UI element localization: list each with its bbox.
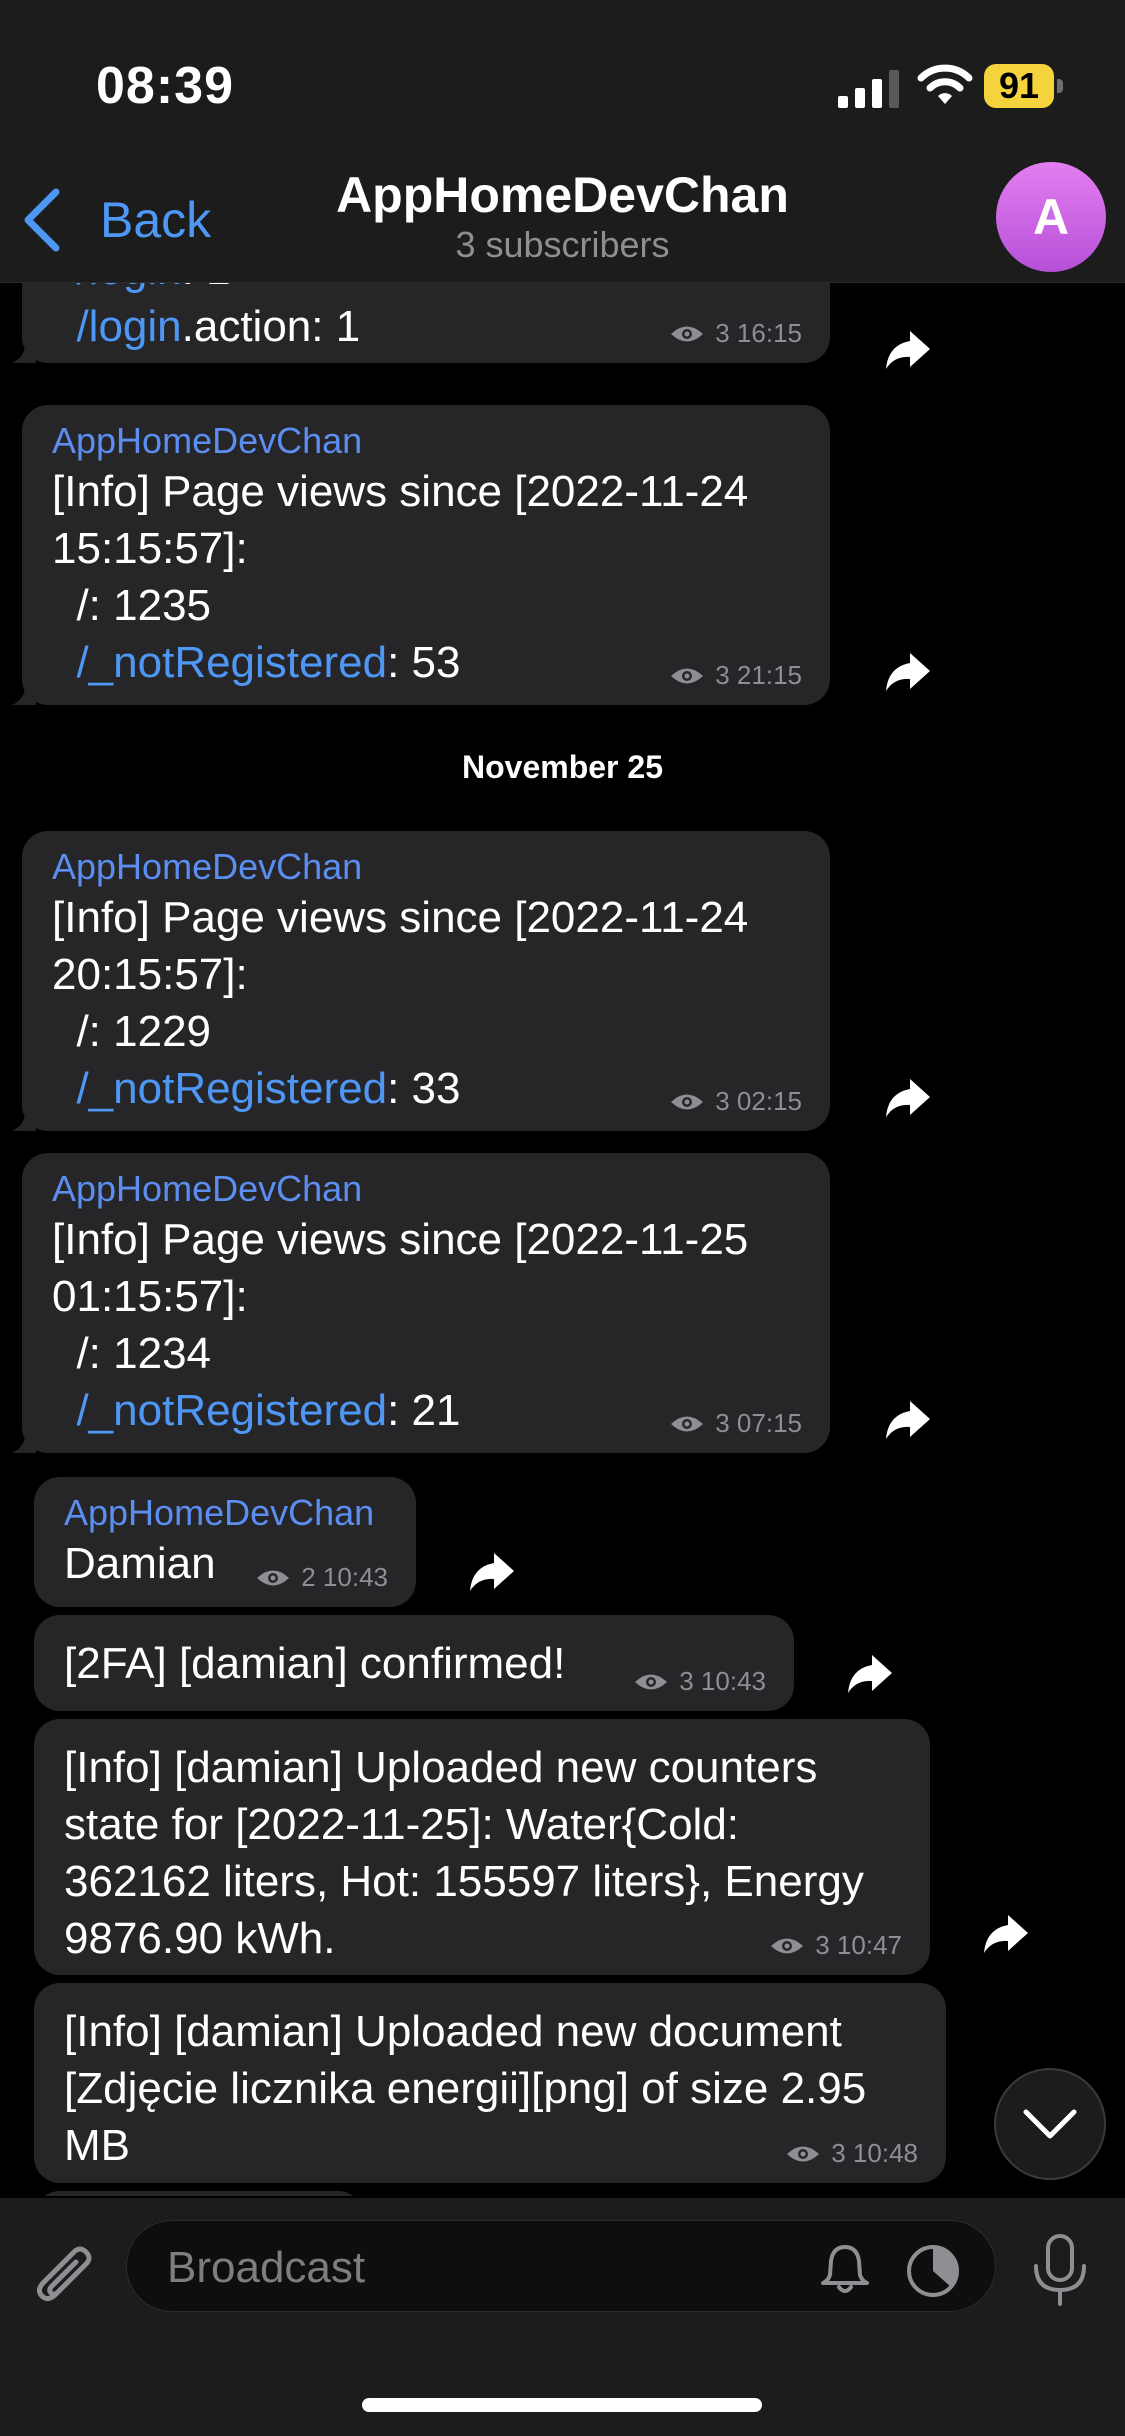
message-meta: 3 21:15: [669, 660, 802, 691]
message-meta: 2 10:43: [255, 1562, 388, 1593]
message-bubble[interactable]: /login: 1 /login.action: 1 3 16:15: [12, 283, 830, 363]
home-indicator[interactable]: [362, 2398, 762, 2412]
message-time: 07:15: [736, 1408, 802, 1438]
message-meta: 3 10:48: [785, 2138, 918, 2169]
microphone-icon[interactable]: [1028, 2232, 1092, 2308]
message-meta: 3 10:47: [769, 1930, 902, 1961]
message-text: : 1: [182, 283, 231, 294]
message-bubble[interactable]: [2FA] [damian] confirmed! 3 10:43: [34, 1615, 794, 1711]
view-count: 3: [831, 2138, 846, 2168]
bubble-tail: [12, 339, 36, 363]
message-time: 21:15: [736, 660, 802, 690]
share-icon[interactable]: [880, 323, 934, 377]
message-link[interactable]: /_notRegistered: [76, 638, 387, 687]
message-time: 10:48: [852, 2138, 918, 2168]
share-icon[interactable]: [842, 1647, 896, 1701]
message-time: 10:43: [700, 1666, 766, 1696]
chat-header: Back AppHomeDevChan 3 subscribers: [0, 160, 1125, 283]
views-eye-icon: [671, 1416, 704, 1431]
message-meta: 3 07:15: [669, 1408, 802, 1439]
view-count: 3: [715, 660, 730, 690]
view-count: 3: [815, 1930, 830, 1960]
message-bubble[interactable]: AppHomeDevChan Damian 2 10:43: [34, 1477, 416, 1607]
message-bubble[interactable]: AppHomeDevChan [Info] Page views since […: [12, 831, 830, 1131]
chevron-down-icon: [1023, 2109, 1077, 2139]
message-link[interactable]: /_notRegistered: [76, 1386, 387, 1435]
cellular-signal-icon: [838, 70, 899, 108]
date-separator: November 25: [462, 749, 663, 785]
input-placeholder: Broadcast: [167, 2243, 366, 2292]
message-time: 16:15: [736, 318, 802, 348]
timer-icon[interactable]: [903, 2241, 963, 2301]
battery-icon: 91: [984, 64, 1064, 108]
view-count: 3: [679, 1666, 694, 1696]
view-count: 3: [715, 318, 730, 348]
message-text: : 53: [387, 638, 461, 687]
message-text: .action: 1: [181, 302, 361, 351]
message-time: 10:43: [322, 1562, 388, 1592]
message-list[interactable]: /login: 1 /login.action: 1 3 16:15 AppHo…: [0, 283, 1125, 2196]
battery-level: 91: [984, 64, 1054, 108]
message-link[interactable]: /_notRegistered: [76, 1064, 387, 1113]
message-sender: AppHomeDevChan: [52, 1168, 363, 1209]
message-bubble[interactable]: [34, 2191, 364, 2196]
message-bubble[interactable]: AppHomeDevChan [Info] Page views since […: [12, 1153, 830, 1453]
message-text: : 33: [387, 1064, 461, 1113]
view-count: 3: [715, 1086, 730, 1116]
message-text: [Info] Page views since [2022-11-25 01:1…: [52, 1215, 749, 1378]
view-count: 3: [715, 1408, 730, 1438]
message-text: : 21: [387, 1386, 461, 1435]
views-eye-icon: [671, 326, 704, 341]
message-sender: AppHomeDevChan: [52, 420, 363, 461]
message-link[interactable]: /login: [76, 302, 181, 351]
message-text: [Info] Page views since [2022-11-24 20:1…: [52, 893, 749, 1056]
share-icon[interactable]: [978, 1907, 1032, 1961]
status-bar: 08:39 91: [0, 0, 1125, 160]
view-count: 2: [301, 1562, 316, 1592]
message-bubble[interactable]: [Info] [damian] Uploaded new document [Z…: [34, 1983, 946, 2183]
views-eye-icon: [635, 1674, 668, 1689]
views-eye-icon: [787, 2146, 820, 2161]
message-time: 10:47: [836, 1930, 902, 1960]
share-icon[interactable]: [464, 1545, 518, 1599]
bubble-tail: [12, 681, 36, 705]
views-eye-icon: [771, 1938, 804, 1953]
share-icon[interactable]: [880, 1393, 934, 1447]
bubble-tail: [12, 1107, 36, 1131]
paperclip-icon[interactable]: [30, 2238, 100, 2318]
views-eye-icon: [257, 1570, 290, 1585]
bell-icon[interactable]: [817, 2241, 873, 2297]
status-time: 08:39: [96, 57, 234, 115]
message-sender: AppHomeDevChan: [52, 846, 363, 887]
subscriber-count: 3 subscribers: [455, 224, 670, 265]
message-meta: 3 02:15: [669, 1086, 802, 1117]
message-input[interactable]: Broadcast: [126, 2220, 996, 2312]
message-text: [Info] Page views since [2022-11-24 15:1…: [52, 467, 749, 630]
wifi-icon: [917, 64, 973, 104]
channel-avatar[interactable]: A: [996, 162, 1106, 272]
message-link[interactable]: /login: [76, 283, 181, 294]
message-bubble[interactable]: [Info] [damian] Uploaded new counters st…: [34, 1719, 930, 1975]
message-sender: AppHomeDevChan: [64, 1492, 375, 1533]
views-eye-icon: [671, 1094, 704, 1109]
channel-title[interactable]: AppHomeDevChan: [0, 166, 1125, 224]
message-time: 02:15: [736, 1086, 802, 1116]
share-icon[interactable]: [880, 645, 934, 699]
message-meta: 3 10:43: [633, 1666, 766, 1697]
message-meta: 3 16:15: [669, 318, 802, 349]
bubble-tail: [12, 1429, 36, 1453]
share-icon[interactable]: [880, 1071, 934, 1125]
scroll-to-bottom-button[interactable]: [994, 2068, 1106, 2180]
views-eye-icon: [671, 668, 704, 683]
message-bubble[interactable]: AppHomeDevChan [Info] Page views since […: [12, 405, 830, 705]
